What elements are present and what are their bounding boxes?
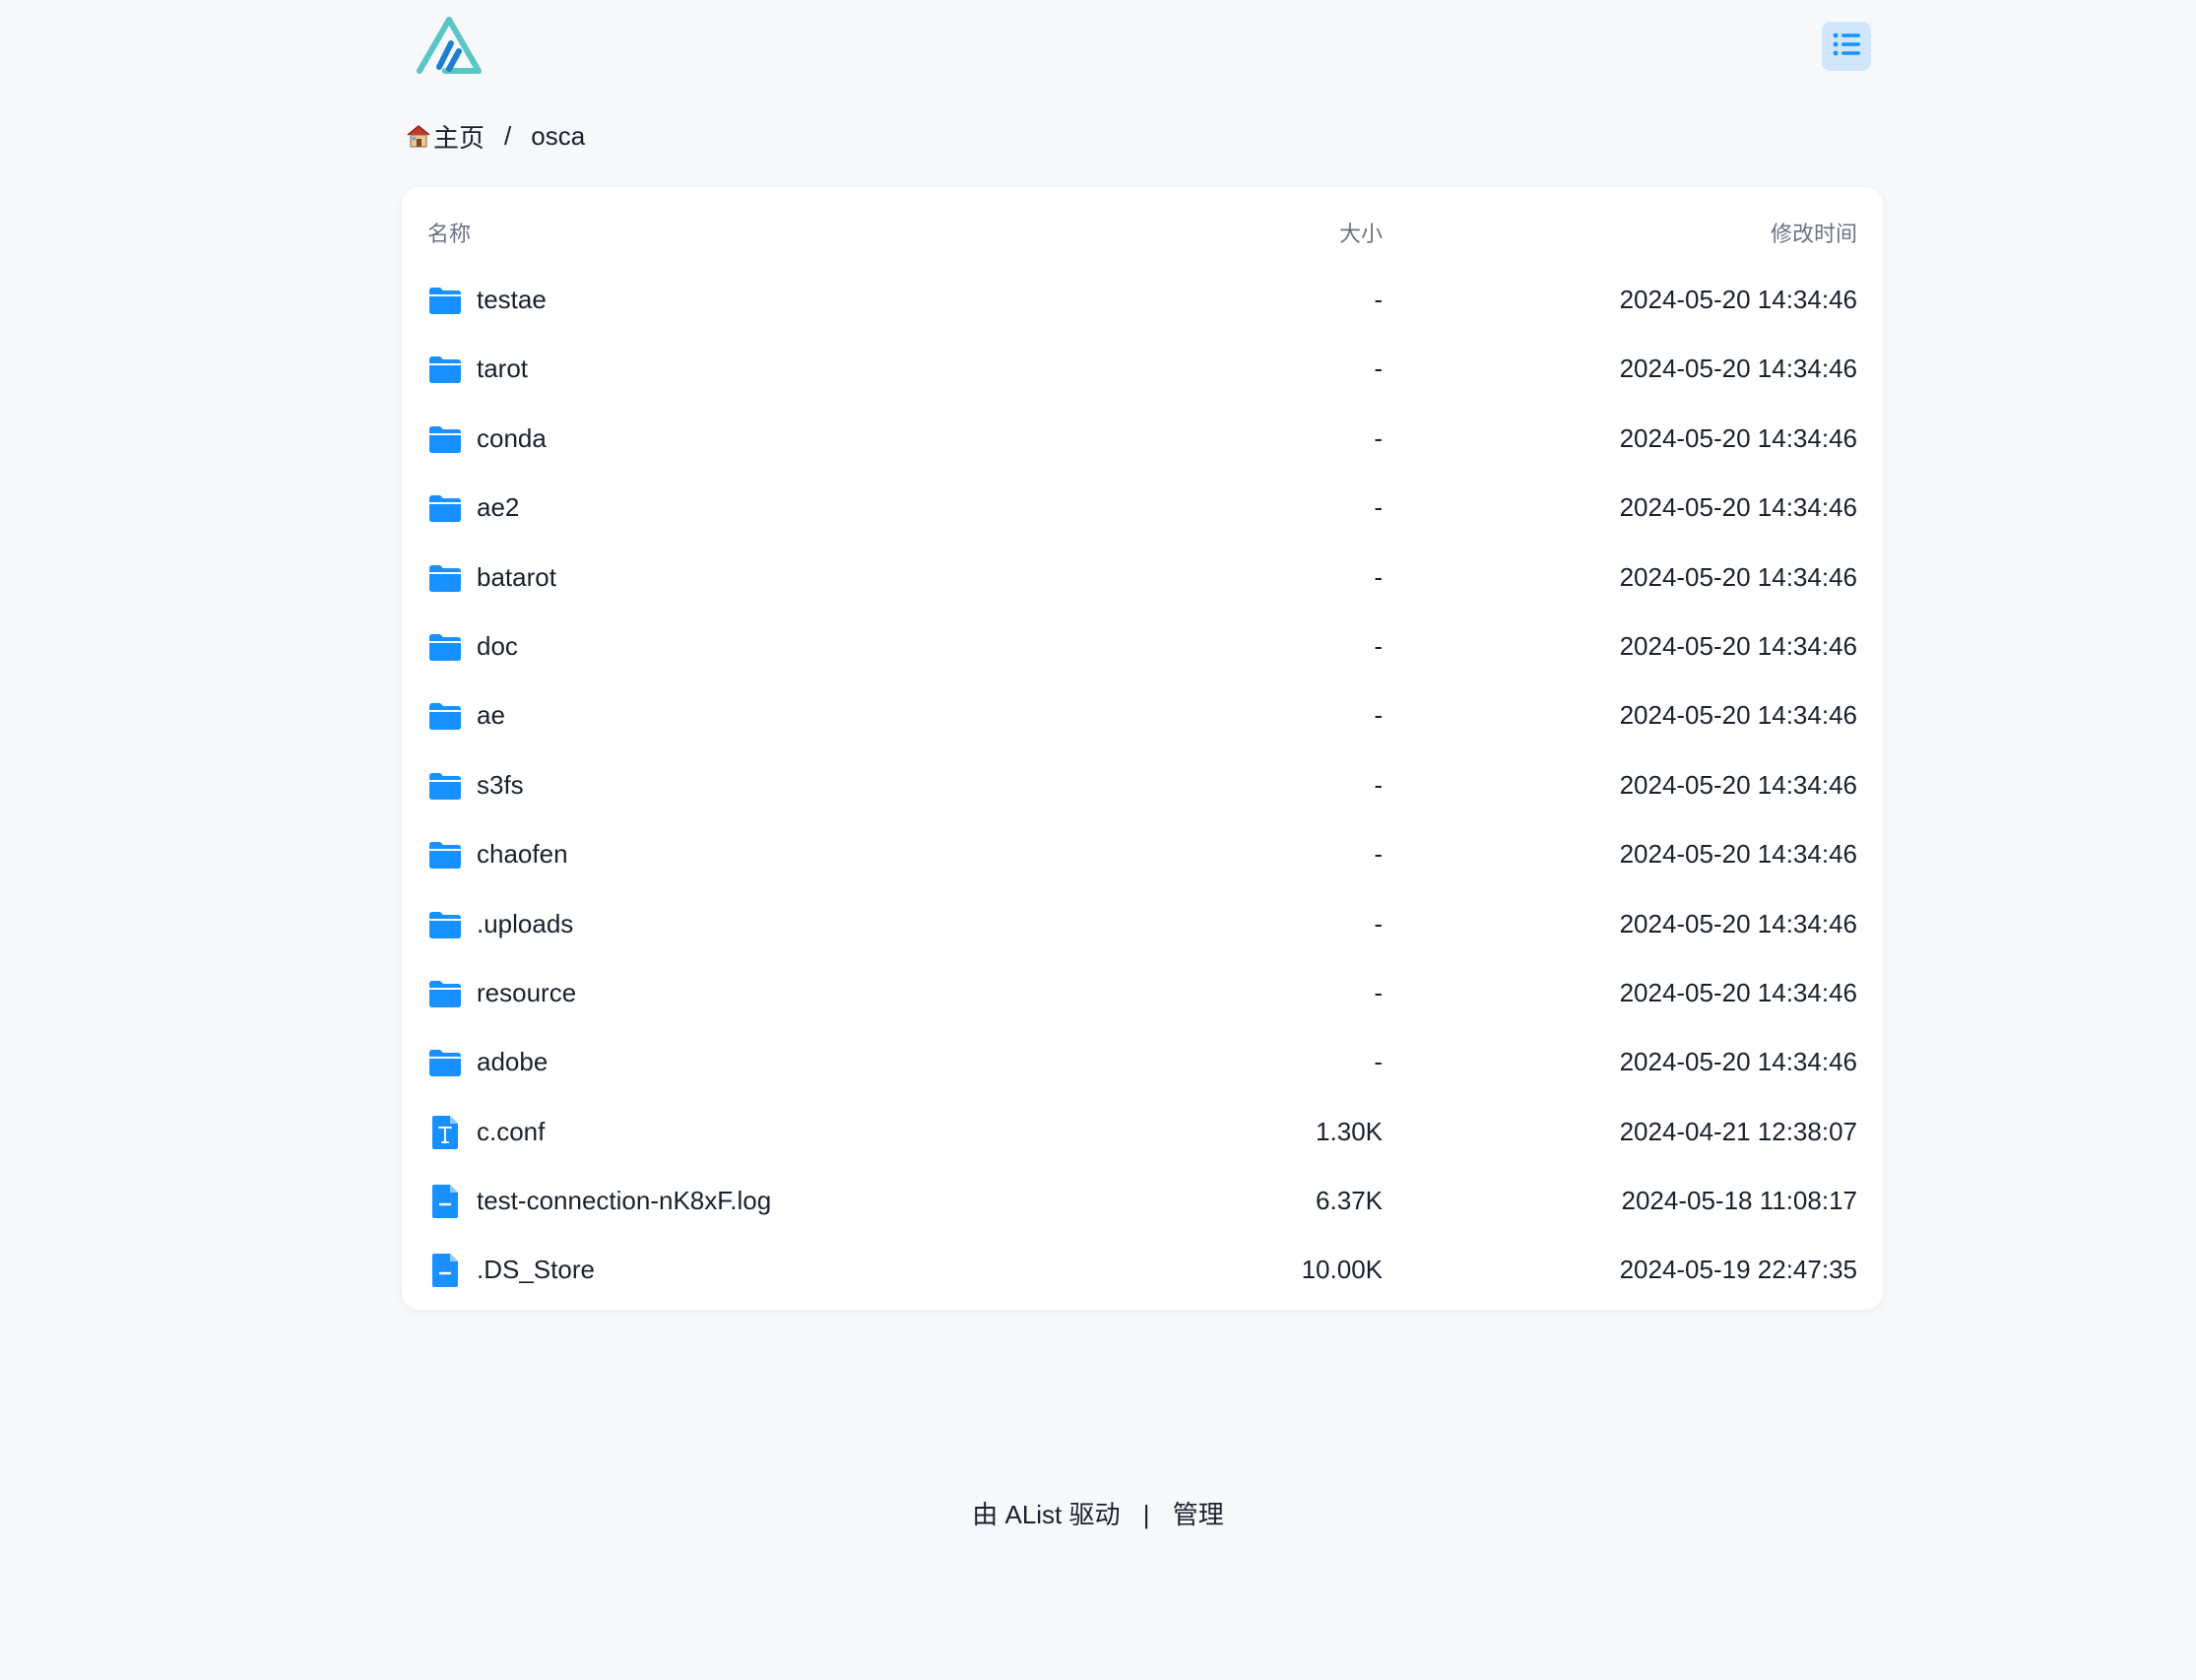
row-modified: 2024-04-21 12:38:07: [1619, 1116, 1857, 1146]
row-size: 1.30K: [1316, 1116, 1383, 1146]
folder-row[interactable]: doc - 2024-05-20 14:34:46: [427, 613, 1857, 681]
row-size: -: [1374, 422, 1383, 453]
folder-icon: [427, 976, 463, 1011]
row-modified: 2024-05-20 14:34:46: [1619, 977, 1857, 1007]
footer-separator: |: [1142, 1500, 1150, 1529]
folder-icon: [427, 768, 463, 804]
row-size: -: [1374, 769, 1383, 800]
row-size: -: [1374, 1047, 1383, 1077]
powered-by-link[interactable]: 由 AList 驱动: [972, 1500, 1120, 1529]
folder-icon: [427, 907, 463, 942]
row-modified: 2024-05-20 14:34:46: [1619, 422, 1857, 453]
row-name: s3fs: [477, 769, 524, 800]
breadcrumb-home[interactable]: 主页: [406, 118, 484, 155]
row-modified: 2024-05-20 14:34:46: [1619, 700, 1857, 731]
row-modified: 2024-05-20 14:34:46: [1619, 1047, 1857, 1077]
column-header-modified[interactable]: 修改时间: [1771, 217, 1857, 248]
alist-logo-icon[interactable]: [416, 16, 483, 75]
file-list-card: 名称 大小 修改时间 testae -2024-05-20 14:34:46 tar…: [402, 187, 1883, 1310]
row-size: -: [1374, 285, 1383, 314]
row-size: 10.00K: [1301, 1255, 1383, 1285]
row-size: -: [1374, 561, 1383, 592]
folder-icon: [427, 283, 463, 318]
row-size: -: [1374, 839, 1383, 870]
folder-row[interactable]: .uploads - 2024-05-20 14:34:46: [427, 890, 1857, 959]
row-modified: 2024-05-20 14:34:46: [1619, 561, 1857, 592]
file-rows: testae - 2024-05-20 14:34:46 tarot - 2024-05-…: [427, 266, 1857, 1306]
row-name: .DS_Store: [477, 1255, 595, 1285]
row-modified: 2024-05-19 22:47:35: [1619, 1255, 1857, 1285]
row-size: -: [1374, 700, 1383, 731]
manage-link[interactable]: 管理: [1173, 1500, 1224, 1529]
folder-icon: [427, 490, 463, 526]
column-header-name[interactable]: 名称: [427, 217, 471, 248]
folder-row[interactable]: adobe - 2024-05-20 14:34:46: [427, 1028, 1857, 1097]
row-name: .uploads: [477, 908, 574, 938]
folder-icon: [427, 560, 463, 596]
folder-icon: [427, 352, 463, 387]
row-modified: 2024-05-20 14:34:46: [1619, 908, 1857, 938]
row-size: -: [1374, 977, 1383, 1007]
file-icon: [427, 1253, 463, 1288]
breadcrumb: 主页 / osca: [406, 116, 585, 156]
row-modified: 2024-05-20 14:34:46: [1619, 630, 1857, 661]
row-name: ae: [477, 700, 505, 731]
text-file-icon: [427, 1115, 463, 1150]
row-name: adobe: [477, 1047, 549, 1077]
house-icon: [406, 123, 431, 149]
row-name: test-connection-nK8xF.log: [477, 1186, 772, 1216]
breadcrumb-home-label: 主页: [433, 122, 485, 153]
row-name: conda: [477, 422, 547, 453]
footer: 由 AList 驱动 | 管理: [0, 1495, 2196, 1531]
row-name: c.conf: [477, 1116, 546, 1146]
row-name: doc: [477, 630, 518, 661]
list-icon: [1833, 32, 1860, 62]
column-header-size[interactable]: 大小: [1339, 217, 1383, 248]
folder-row[interactable]: ae2 - 2024-05-20 14:34:46: [427, 474, 1857, 543]
row-name: batarot: [477, 561, 556, 592]
row-name: resource: [477, 977, 577, 1007]
layout-toggle-button[interactable]: [1822, 22, 1871, 71]
row-modified: 2024-05-20 14:34:46: [1619, 354, 1857, 384]
row-name: chaofen: [477, 839, 568, 870]
folder-icon: [427, 1045, 463, 1080]
folder-icon: [427, 629, 463, 665]
list-header: 名称 大小 修改时间: [427, 211, 1857, 246]
folder-row[interactable]: s3fs - 2024-05-20 14:34:46: [427, 751, 1857, 820]
folder-icon: [427, 421, 463, 457]
folder-row[interactable]: resource - 2024-05-20 14:34:46: [427, 959, 1857, 1028]
file-icon: [427, 1184, 463, 1219]
row-size: -: [1374, 908, 1383, 938]
row-modified: 2024-05-20 14:34:46: [1619, 769, 1857, 800]
row-name: testae: [477, 285, 547, 314]
breadcrumb-separator: /: [504, 120, 512, 151]
file-row[interactable]: .DS_Store 10.00K 2024-05-19 22:47:35: [427, 1236, 1857, 1305]
folder-row[interactable]: chaofen - 2024-05-20 14:34:46: [427, 820, 1857, 889]
row-size: 6.37K: [1316, 1186, 1383, 1216]
row-modified: 2024-05-20 14:34:46: [1619, 839, 1857, 870]
folder-row[interactable]: testae - 2024-05-20 14:34:46: [427, 266, 1857, 335]
file-row[interactable]: test-connection-nK8xF.log 6.37K 2024-05-18…: [427, 1167, 1857, 1236]
breadcrumb-current[interactable]: osca: [531, 121, 585, 152]
row-modified: 2024-05-18 11:08:17: [1621, 1186, 1858, 1216]
alist-page: 主页 / osca 名称 大小 修改时间 testae - 2024-05-20 1…: [0, 0, 2196, 1680]
folder-row[interactable]: batarot - 2024-05-20 14:34:46: [427, 544, 1857, 613]
row-size: -: [1374, 354, 1383, 384]
row-size: -: [1374, 630, 1383, 661]
file-row[interactable]: c.conf 1.30K 2024-04-21 12:38:07: [427, 1098, 1857, 1167]
top-bar: [402, 14, 1871, 77]
folder-row[interactable]: ae - 2024-05-20 14:34:46: [427, 681, 1857, 750]
folder-row[interactable]: tarot - 2024-05-20 14:34:46: [427, 335, 1857, 404]
folder-icon: [427, 837, 463, 872]
row-modified: 2024-05-20 14:34:46: [1619, 492, 1857, 523]
row-modified: 2024-05-20 14:34:46: [1619, 285, 1857, 314]
row-name: ae2: [477, 492, 520, 523]
folder-icon: [427, 698, 463, 734]
row-size: -: [1374, 492, 1383, 523]
folder-row[interactable]: conda - 2024-05-20 14:34:46: [427, 405, 1857, 474]
row-name: tarot: [477, 354, 529, 384]
